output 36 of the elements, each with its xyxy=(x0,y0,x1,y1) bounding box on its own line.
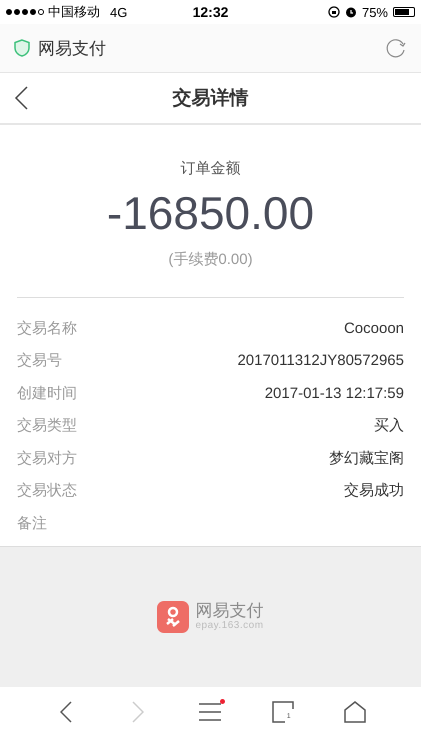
detail-value: 梦幻藏宝阁 xyxy=(329,448,404,468)
detail-label: 交易名称 xyxy=(17,318,77,338)
detail-label: 交易号 xyxy=(17,351,62,370)
amount-value: -16850.00 xyxy=(106,186,314,240)
detail-value: 交易成功 xyxy=(344,481,404,500)
network-type: 4G xyxy=(110,4,128,20)
battery-percent: 75% xyxy=(362,4,388,20)
carrier-name: 中国移动 xyxy=(48,3,100,21)
battery-icon xyxy=(393,7,415,17)
signal-icon xyxy=(6,9,44,15)
home-icon xyxy=(344,700,366,722)
detail-value: 买入 xyxy=(374,416,404,436)
logo-icon xyxy=(157,600,190,632)
forward-icon xyxy=(132,700,144,722)
detail-value: 2017011312JY80572965 xyxy=(237,352,404,370)
shield-icon xyxy=(14,39,30,57)
detail-label: 交易类型 xyxy=(17,416,77,436)
detail-label: 备注 xyxy=(17,514,47,533)
back-icon[interactable] xyxy=(14,86,28,110)
detail-value: Cocooon xyxy=(344,320,404,337)
detail-value: 2017-01-13 12:17:59 xyxy=(264,384,404,402)
amount-label: 订单金额 xyxy=(180,159,240,178)
detail-label: 交易状态 xyxy=(17,481,77,500)
clock: 12:32 xyxy=(192,4,228,20)
menu-icon xyxy=(199,702,222,720)
alarm-icon xyxy=(344,6,357,18)
site-title: 网易支付 xyxy=(38,38,106,60)
detail-label: 创建时间 xyxy=(17,384,77,403)
reload-icon[interactable] xyxy=(385,37,407,59)
brand-name: 网易支付 xyxy=(195,602,264,620)
back-icon xyxy=(60,700,72,722)
tabs-icon xyxy=(272,700,294,722)
fee-text: (手续费0.00) xyxy=(168,250,253,269)
page-title: 交易详情 xyxy=(172,86,248,111)
detail-label: 交易对方 xyxy=(17,448,77,468)
rotation-lock-icon xyxy=(328,6,340,18)
